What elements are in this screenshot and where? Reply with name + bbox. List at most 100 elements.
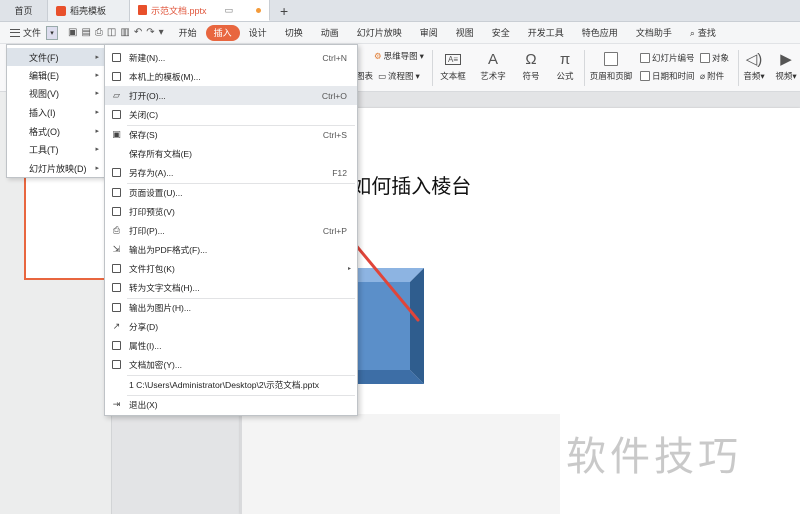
ribbon-tab[interactable]: 视图 [447, 25, 483, 41]
menu-item-label: 文件(F) [29, 52, 59, 63]
audio-label: 音频 [743, 71, 761, 81]
audio-button[interactable]: ◁) 音频▾ [738, 50, 770, 82]
menu-item-print-preview[interactable]: 打印预览(V) [105, 202, 357, 221]
calendar-icon [640, 71, 650, 81]
redo-icon[interactable]: ↷ [146, 27, 154, 38]
menu-item-file[interactable]: 文件(F) ▸ [7, 48, 105, 66]
menu-item-label: 视图(V) [29, 88, 59, 99]
format-painter-icon[interactable]: ▥ [120, 27, 129, 38]
tab-document[interactable]: 示范文档.pptx ▭ [130, 0, 270, 21]
wordart-button[interactable]: A 艺术字 [472, 50, 514, 82]
ribbon-tab[interactable]: 开始 [170, 25, 206, 41]
ribbon-tab-active[interactable]: 插入 [205, 24, 240, 41]
menu-item-label: 页面设置(U)... [129, 187, 183, 198]
textbox-button[interactable]: A≡ 文本框 [432, 50, 474, 82]
menu-item-save-as[interactable]: 另存为(A)... F12 [105, 163, 357, 182]
menu-item-recent-file[interactable]: 1 C:\Users\Administrator\Desktop\2\示范文档.… [105, 375, 357, 394]
wordart-label: 艺术字 [480, 71, 506, 81]
ribbon-tab[interactable]: 特色应用 [573, 25, 627, 41]
omega-icon: Ω [525, 50, 537, 68]
formula-button[interactable]: π 公式 [544, 50, 586, 82]
tab-home[interactable]: 首页 [0, 0, 48, 21]
menu-item-encrypt[interactable]: 文档加密(Y)... [105, 355, 357, 374]
more-icon[interactable]: ▾ [159, 27, 164, 38]
menu-item-edit[interactable]: 编辑(E) ▸ [7, 66, 105, 84]
header-footer-button[interactable]: 页眉和页脚 [586, 50, 636, 82]
speaker-icon: ◁) [745, 51, 763, 68]
video-button[interactable]: ▶ 视频▾ [770, 50, 800, 82]
file-menu-button[interactable]: 文件 ▾ [2, 24, 62, 42]
ribbon-tab[interactable]: 安全 [483, 25, 519, 41]
menu-item-page-setup[interactable]: 页面设置(U)... [105, 183, 357, 202]
menu-item-slideshow[interactable]: 幻灯片放映(D) ▸ [7, 159, 105, 177]
menu-item-export-pdf[interactable]: ⇲ 输出为PDF格式(F)... [105, 240, 357, 259]
header-footer-icon [602, 50, 620, 68]
menu-item-label: 属性(I)... [129, 340, 162, 351]
menu-item-package[interactable]: 文件打包(K) ▸ [105, 259, 357, 278]
menu-item-print[interactable]: ⎙ 打印(P)... Ctrl+P [105, 221, 357, 240]
undo-icon[interactable]: ↶ [134, 27, 142, 38]
mindmap-button[interactable]: ⚙ 思维导图 ▾ [374, 50, 424, 62]
menu-item-save-all[interactable]: 保存所有文档(E) [105, 144, 357, 163]
chart-button[interactable]: 图表 [356, 70, 373, 82]
menu-item-label: 关闭(C) [129, 109, 159, 120]
file-submenu: 新建(N)... Ctrl+N 本机上的模板(M)... ▱ 打开(O)... … [104, 44, 358, 416]
print-icon[interactable]: ⎙ [95, 27, 103, 38]
ribbon-tab[interactable]: 设计 [240, 25, 276, 41]
quick-access-toolbar: ▣ ▤ ⎙ ◫ ▥ ↶ ↷ ▾ [68, 27, 164, 38]
ribbon-tab[interactable]: 幻灯片放映 [348, 25, 411, 41]
slide-number-button[interactable]: 幻灯片编号 [640, 52, 695, 64]
share-icon: ↗ [112, 321, 121, 331]
ribbon-tab[interactable]: 审阅 [411, 25, 447, 41]
menu-item-close[interactable]: 关闭(C) [105, 105, 357, 124]
menu-item-properties[interactable]: 属性(I)... [105, 336, 357, 355]
ribbon-tab[interactable]: 文档助手 [627, 25, 681, 41]
menu-item-local-templates[interactable]: 本机上的模板(M)... [105, 67, 357, 86]
preview-icon[interactable]: ◫ [107, 27, 116, 38]
ribbon-tab[interactable]: 动画 [312, 25, 348, 41]
menu-item-share[interactable]: ↗ 分享(D) [105, 317, 357, 336]
slide-thumbnail[interactable] [24, 162, 108, 280]
search-button[interactable]: ⌕ 查找 [681, 25, 725, 41]
chevron-right-icon: ▸ [95, 165, 99, 172]
menu-item-shortcut: F12 [332, 167, 347, 178]
chevron-down-icon[interactable]: ▾ [46, 25, 59, 40]
monitor-icon[interactable]: ▭ [225, 5, 234, 16]
menu-item-tools[interactable]: 工具(T) ▸ [7, 140, 105, 158]
template-icon [111, 71, 122, 82]
menu-item-save[interactable]: ▣ 保存(S) Ctrl+S [105, 125, 357, 144]
tab-templates[interactable]: 稻壳模板 [48, 0, 130, 21]
export-icon[interactable]: ▤ [81, 27, 90, 38]
menu-item-view[interactable]: 视图(V) ▸ [7, 84, 105, 102]
chevron-right-icon: ▸ [347, 266, 351, 272]
ribbon-tab[interactable]: 切换 [276, 25, 312, 41]
chevron-down-icon: ▾ [419, 50, 424, 61]
close-file-icon [111, 109, 122, 120]
folder-icon: ▱ [113, 90, 120, 100]
textbox-icon: A≡ [444, 50, 462, 68]
menu-item-convert-word[interactable]: 转为文字文档(H)... [105, 278, 357, 297]
menu-item-shortcut: Ctrl+O [321, 90, 347, 101]
save-icon[interactable]: ▣ [68, 27, 77, 38]
menu-item-open[interactable]: ▱ 打开(O)... Ctrl+O [105, 86, 357, 105]
flowchart-button[interactable]: ▭ 流程图 ▾ [378, 70, 420, 82]
ribbon-tab[interactable]: 开发工具 [519, 25, 573, 41]
menu-item-insert[interactable]: 插入(I) ▸ [7, 103, 105, 121]
print-preview-icon [111, 206, 122, 217]
menu-item-exit[interactable]: ⇥ 退出(X) [105, 395, 357, 414]
lock-icon [111, 359, 122, 370]
exit-icon: ⇥ [112, 399, 121, 409]
flowchart-icon: ▭ [378, 70, 387, 81]
attachment-button[interactable]: ⌀ 附件 [700, 70, 724, 82]
date-time-button[interactable]: 日期和时间 [640, 70, 695, 82]
menu-item-export-image[interactable]: 输出为图片(H)... [105, 298, 357, 317]
object-button[interactable]: 对象 [700, 52, 729, 64]
next-slide[interactable] [242, 414, 560, 514]
menu-item-new[interactable]: 新建(N)... Ctrl+N [105, 48, 357, 67]
menu-item-label: 打印预览(V) [129, 206, 175, 217]
video-label-wrap: 视频▾ [775, 71, 797, 81]
menu-item-format[interactable]: 格式(O) ▸ [7, 122, 105, 140]
wordart-icon: A [487, 50, 498, 68]
menu-item-label: 输出为图片(H)... [129, 302, 192, 313]
new-tab-button[interactable]: + [270, 0, 298, 21]
